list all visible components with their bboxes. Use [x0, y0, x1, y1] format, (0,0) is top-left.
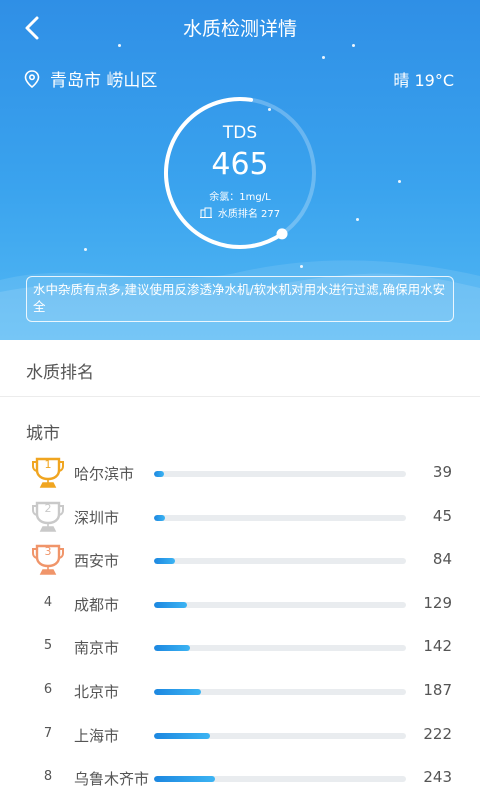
rank-number: 4 [43, 594, 53, 610]
city-name: 乌鲁木齐市 [74, 770, 150, 789]
rank-number: 2 [44, 501, 52, 515]
rank-number: 3 [44, 545, 52, 559]
ranking-row[interactable]: 6 北京市 187 [0, 670, 480, 713]
ranking-row[interactable]: 4 成都市 129 [0, 583, 480, 626]
location-selector[interactable]: 青岛市 崂山区 [24, 66, 157, 91]
rank-number: 5 [43, 638, 53, 654]
tds-value-label: 222 [423, 724, 452, 743]
star-decoration [352, 44, 355, 47]
tds-bar-track [154, 558, 406, 565]
star-decoration [356, 218, 359, 221]
section-title: 水质排名 [26, 363, 94, 383]
ranking-row[interactable]: 2 深圳市 45 [0, 496, 480, 539]
water-ranking-section-header: 水质排名 [0, 340, 480, 397]
star-decoration [118, 44, 121, 47]
ranking-row[interactable]: 3 西安市 84 [0, 539, 480, 582]
tds-bar-fill [154, 514, 166, 521]
tds-value-label: 243 [423, 768, 452, 787]
star-decoration [322, 56, 325, 59]
tds-label: TDS [222, 123, 258, 143]
tds-bar-fill [154, 558, 176, 565]
tds-bar-track [154, 732, 406, 739]
rank-number: 8 [43, 769, 53, 785]
residual-chlorine-text: 余氯：1mg/L [209, 192, 271, 203]
building-icon [199, 207, 212, 218]
city-name: 深圳市 [74, 508, 120, 527]
tds-bar-track [154, 514, 406, 521]
city-name: 上海市 [74, 726, 120, 745]
city-name: 成都市 [74, 595, 120, 614]
water-advice-box: 水中杂质有点多,建议使用反渗透净水机/软水机对用水进行过滤,确保用水安全 [26, 276, 454, 322]
tds-value-label: 142 [423, 637, 452, 656]
star-decoration [398, 180, 401, 183]
tds-value-label: 45 [432, 506, 452, 525]
city-name: 南京市 [74, 639, 120, 658]
ranking-row[interactable]: 5 南京市 142 [0, 626, 480, 669]
weather-text: 晴 19°C [393, 71, 454, 90]
tds-bar-fill [154, 471, 164, 477]
tds-value-label: 84 [432, 550, 452, 569]
ranking-row[interactable]: 1 哈尔滨市 39 [0, 452, 480, 495]
ranking-row[interactable]: 8 乌鲁木齐市 243 [0, 757, 480, 800]
tds-bar-track [154, 601, 406, 608]
water-rank-text: 水质排名 277 [217, 209, 281, 220]
location-pin-icon [24, 69, 40, 88]
city-name: 哈尔滨市 [74, 465, 135, 483]
water-rank-line: 水质排名 277 [160, 205, 320, 220]
tds-bar-fill [154, 645, 190, 652]
tds-value-label: 39 [432, 463, 452, 481]
city-column-header: 城市 [26, 424, 60, 444]
tds-bar-track [154, 689, 406, 695]
city-name: 西安市 [74, 552, 120, 571]
rank-number: 6 [43, 682, 53, 697]
tds-bar-track [154, 776, 406, 783]
rank-number: 1 [44, 458, 52, 471]
tds-value: 465 [211, 147, 269, 182]
tds-bar-fill [154, 732, 210, 739]
city-name: 北京市 [74, 683, 120, 701]
tds-bar-fill [154, 601, 187, 608]
ranking-row[interactable]: 7 上海市 222 [0, 714, 480, 757]
page-title: 水质检测详情 [182, 18, 297, 40]
tds-bar-track [154, 645, 406, 652]
tds-value-label: 187 [423, 681, 452, 699]
rank-number: 7 [43, 725, 53, 741]
tds-bar-track [154, 471, 406, 477]
location-text: 青岛市 崂山区 [50, 71, 158, 91]
tds-bar-fill [154, 689, 202, 695]
tds-bar-fill [154, 776, 216, 783]
tds-value-label: 129 [423, 593, 452, 612]
hero-header: 水质检测详情 青岛市 崂山区 晴 19°C TDS 465 余氯：1mg/L 水… [0, 0, 480, 340]
gauge-indicator-dot [276, 228, 288, 240]
